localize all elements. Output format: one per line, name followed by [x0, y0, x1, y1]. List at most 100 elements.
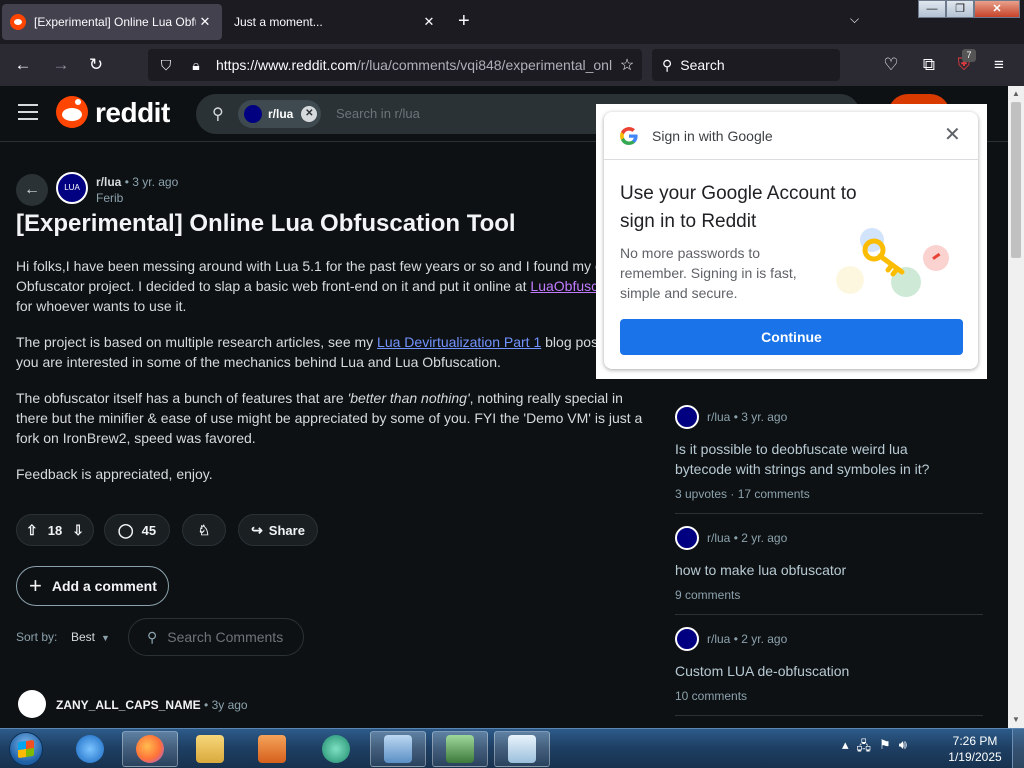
continue-button[interactable]: Continue	[620, 319, 963, 355]
system-tray: ▴ 🖧︎ ⚑ 🔊︎	[842, 737, 907, 759]
post-paragraph: The obfuscator itself has a bunch of fea…	[16, 390, 643, 446]
tracking-shield-icon[interactable]: ⛉	[156, 57, 176, 74]
tab-just-a-moment[interactable]: Just a moment... ✕	[226, 4, 446, 40]
scroll-down-arrow-icon[interactable]: ▼	[1008, 712, 1024, 728]
vote-control: ⇧ 18 ⇩	[16, 514, 94, 546]
reload-icon[interactable]: ↻	[85, 54, 107, 76]
extension-badge: 7	[962, 49, 976, 62]
tab-close-icon[interactable]: ✕	[420, 14, 438, 30]
search-icon: ⚲	[662, 56, 673, 73]
start-button[interactable]	[4, 730, 48, 768]
related-title[interactable]: how to make lua obfuscator	[675, 560, 965, 580]
related-stats: 9 comments	[675, 588, 741, 602]
reddit-logo-icon[interactable]	[56, 96, 88, 128]
close-window-button[interactable]: ✕	[974, 0, 1020, 18]
sort-label: Sort by:	[16, 630, 58, 644]
google-signin-header: Sign in with Google ✕	[604, 112, 978, 160]
maximize-button[interactable]: ❐	[946, 0, 974, 18]
upvote-icon[interactable]: ⇧	[26, 522, 38, 539]
tab-reddit-post[interactable]: [Experimental] Online Lua Obfus ✕	[2, 4, 222, 40]
action-center-flag-icon[interactable]: ⚑	[879, 737, 891, 759]
google-signin-heading: Use your Google Account to sign in to Re…	[620, 183, 857, 232]
related-meta: r/lua • 2 yr. ago	[707, 632, 788, 646]
subreddit-link[interactable]: r/lua	[96, 175, 121, 189]
media-player-icon	[258, 735, 286, 763]
downvote-icon[interactable]: ⇩	[72, 522, 84, 539]
taskbar-clock[interactable]: 7:26 PM 1/19/2025	[940, 733, 1010, 765]
subreddit-search-chip[interactable]: r/lua ✕	[238, 100, 322, 128]
comment-bubble-icon: ◯	[117, 521, 134, 538]
related-title[interactable]: Is it possible to deobfuscate weird lua …	[675, 439, 965, 479]
award-button[interactable]: ♘	[182, 514, 226, 546]
share-button[interactable]: ↪ Share	[238, 514, 318, 546]
new-tab-button[interactable]: +	[458, 10, 470, 32]
back-button[interactable]: ←	[16, 174, 48, 206]
taskbar-media-player[interactable]	[244, 731, 300, 767]
minimize-button[interactable]: —	[918, 0, 946, 18]
bookmark-star-icon[interactable]: ☆	[612, 55, 642, 75]
post-age: • 3 yr. ago	[124, 175, 179, 189]
taskbar-notepad[interactable]	[494, 731, 550, 767]
tab-title: [Experimental] Online Lua Obfus	[34, 15, 196, 29]
scroll-up-arrow-icon[interactable]: ▲	[1008, 86, 1024, 102]
sort-dropdown[interactable]: Best ▼	[71, 630, 110, 644]
comment-count: 45	[141, 522, 157, 538]
comments-button[interactable]: ◯ 45	[104, 514, 170, 546]
hamburger-menu-icon[interactable]	[18, 104, 38, 120]
commenter-avatar[interactable]	[18, 690, 46, 718]
lua-obfuscator-link[interactable]: LuaObfusc	[530, 278, 598, 294]
post-paragraph: Feedback is appreciated, enjoy.	[16, 466, 213, 482]
comment-author[interactable]: ZANY_ALL_CAPS_NAME	[56, 698, 201, 712]
google-signin-title: Sign in with Google	[652, 128, 773, 144]
url-text[interactable]: https://www.reddit.com/r/lua/comments/vq…	[216, 57, 612, 73]
plus-icon: +	[29, 573, 42, 598]
close-icon[interactable]: ✕	[944, 124, 961, 146]
taskbar-media-center[interactable]	[308, 731, 364, 767]
related-title[interactable]: Custom LUA de-obfuscation	[675, 661, 965, 681]
divider	[675, 614, 983, 615]
network-icon[interactable]: 🖧︎	[857, 737, 872, 759]
show-desktop-button[interactable]	[1012, 729, 1024, 768]
task-manager-icon	[446, 735, 474, 763]
google-signin-frame: Sign in with Google ✕ Use your Google Ac…	[596, 104, 987, 379]
reddit-wordmark[interactable]: reddit	[95, 97, 170, 129]
add-comment-button[interactable]: + Add a comment	[16, 566, 169, 606]
folder-icon	[196, 735, 224, 763]
divider	[675, 715, 983, 716]
windows-taskbar: ▴ 🖧︎ ⚑ 🔊︎ 7:26 PM 1/19/2025	[0, 728, 1024, 768]
url-bar[interactable]: ⛉ 🔒︎ https://www.reddit.com/r/lua/commen…	[148, 49, 642, 81]
tray-expand-icon[interactable]: ▴	[842, 737, 849, 759]
taskbar-explorer[interactable]	[182, 731, 238, 767]
volume-icon[interactable]: 🔊︎	[899, 737, 907, 759]
clock-time: 7:26 PM	[952, 734, 998, 748]
lock-icon[interactable]: 🔒︎	[186, 57, 206, 74]
related-meta: r/lua • 3 yr. ago	[707, 410, 788, 424]
subreddit-avatar[interactable]: LUA	[56, 172, 88, 204]
pocket-icon[interactable]: ♡	[880, 54, 902, 76]
internet-explorer-icon	[76, 735, 104, 763]
taskbar-internet-explorer[interactable]	[62, 731, 118, 767]
comment-meta: ZANY_ALL_CAPS_NAME • 3y ago	[56, 698, 248, 712]
menu-hamburger-icon[interactable]: ≡	[988, 54, 1010, 76]
scrollbar-thumb[interactable]	[1011, 102, 1021, 258]
clock-date: 1/19/2025	[948, 750, 1002, 764]
tab-title: Just a moment...	[234, 15, 323, 29]
lua-devirtualization-link[interactable]: Lua Devirtualization Part 1	[377, 334, 541, 350]
tab-close-icon[interactable]: ✕	[196, 14, 214, 30]
extensions-puzzle-icon[interactable]: ⧉	[918, 54, 940, 76]
back-arrow-icon[interactable]: ←	[12, 54, 34, 76]
related-meta: r/lua • 2 yr. ago	[707, 531, 788, 545]
taskbar-remote-desktop[interactable]	[370, 731, 426, 767]
window-controls: — ❐ ✕	[918, 0, 1020, 20]
page-scrollbar[interactable]: ▲ ▼	[1008, 86, 1024, 728]
post-author[interactable]: Ferib	[96, 191, 123, 205]
chip-remove-icon[interactable]: ✕	[301, 106, 318, 122]
taskbar-firefox[interactable]	[122, 731, 178, 767]
search-icon: ⚲	[212, 106, 224, 123]
forward-arrow-icon[interactable]: →	[50, 54, 72, 76]
browser-search-field[interactable]: ⚲ Search	[652, 49, 840, 81]
tab-list-chevron-icon[interactable]: ⌵	[850, 12, 859, 27]
taskbar-task-manager[interactable]	[432, 731, 488, 767]
search-comments-input[interactable]: ⚲ Search Comments	[128, 618, 304, 656]
google-signin-body: No more passwords to remember. Signing i…	[620, 245, 797, 301]
